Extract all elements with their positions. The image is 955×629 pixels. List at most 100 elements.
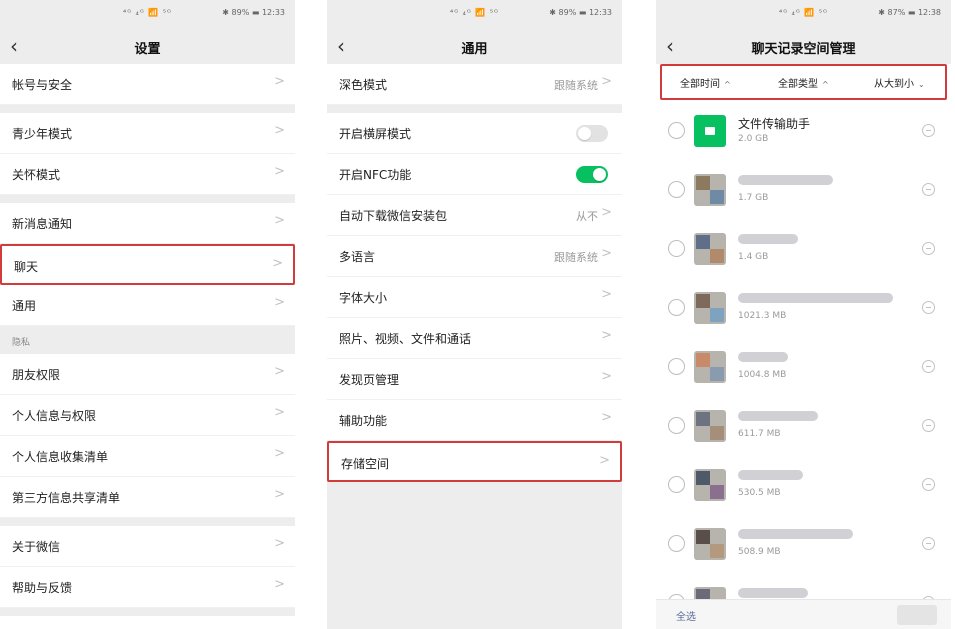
row-label: 帐号与安全	[12, 78, 73, 92]
settings-item-info-collection[interactable]: 个人信息收集清单 >	[0, 436, 295, 477]
bottom-action-bar: 全选	[656, 599, 951, 629]
select-radio[interactable]	[668, 122, 685, 139]
section-header-privacy: 隐私	[0, 326, 295, 354]
general-item-font-size[interactable]: 字体大小 >	[327, 277, 622, 318]
folder-icon	[705, 127, 715, 135]
general-item-landscape: 开启横屏模式	[327, 113, 622, 154]
select-radio[interactable]	[668, 417, 685, 434]
list-item[interactable]: 文件传输助手 2.0 GB	[656, 106, 951, 165]
minus-circle-icon[interactable]	[922, 360, 935, 373]
minus-circle-icon[interactable]	[922, 537, 935, 550]
general-item-discover[interactable]: 发现页管理 >	[327, 359, 622, 400]
minus-circle-icon[interactable]	[922, 124, 935, 137]
filter-type[interactable]: 全部类型 ^	[778, 75, 829, 90]
general-item-dark-mode[interactable]: 深色模式 跟随系统 >	[327, 64, 622, 105]
list-item[interactable]: 530.5 MB	[656, 460, 951, 519]
general-item-accessibility[interactable]: 辅助功能 >	[327, 400, 622, 441]
settings-item-general[interactable]: 通用 >	[0, 285, 295, 326]
blurred-chat-name	[738, 293, 893, 303]
page-title: 设置	[134, 42, 161, 57]
filter-label: 全部时间	[680, 79, 720, 90]
select-radio[interactable]	[668, 535, 685, 552]
select-radio[interactable]	[668, 240, 685, 257]
row-label: 存储空间	[341, 457, 390, 471]
settings-screen: ⁴ᴳ ₄ᴳ 📶 ⁵ᴳ ✱ 89% ▬ 12:33 ‹ 设置 帐号与安全 > 青少…	[0, 0, 295, 629]
select-radio[interactable]	[668, 358, 685, 375]
select-radio[interactable]	[668, 476, 685, 493]
settings-item-care-mode[interactable]: 关怀模式 >	[0, 154, 295, 195]
avatar-tile	[696, 471, 710, 485]
list-item[interactable]: 611.7 MB	[656, 401, 951, 460]
chat-size: 530.5 MB	[738, 488, 781, 498]
settings-item-notifications[interactable]: 新消息通知 >	[0, 203, 295, 244]
minus-circle-icon[interactable]	[922, 183, 935, 196]
avatar-tile	[710, 249, 724, 263]
section-label: 隐私	[12, 338, 31, 348]
settings-item-help[interactable]: 帮助与反馈 >	[0, 567, 295, 608]
row-label: 新消息通知	[12, 217, 73, 231]
filter-label: 全部类型	[778, 79, 818, 90]
settings-item-friend-permissions[interactable]: 朋友权限 >	[0, 354, 295, 395]
row-value: 从不	[576, 210, 598, 223]
minus-circle-icon[interactable]	[922, 301, 935, 314]
status-bar: ⁴ᴳ ₄ᴳ 📶 ⁵ᴳ ✱ 89% ▬ 12:33	[327, 0, 622, 28]
settings-item-third-party-sharing[interactable]: 第三方信息共享清单 >	[0, 477, 295, 518]
general-screen: ⁴ᴳ ₄ᴳ 📶 ⁵ᴳ ✱ 89% ▬ 12:33 ‹ 通用 深色模式 跟随系统 …	[327, 0, 622, 629]
row-label: 字体大小	[339, 291, 388, 305]
settings-item-about[interactable]: 关于微信 >	[0, 526, 295, 567]
chat-size: 1021.3 MB	[738, 311, 787, 321]
row-label: 自动下载微信安装包	[339, 209, 448, 223]
file-transfer-avatar	[694, 115, 726, 147]
delete-button[interactable]	[897, 605, 937, 625]
settings-item-chat[interactable]: 聊天 >	[0, 244, 295, 285]
avatar-tile	[710, 308, 724, 322]
avatar-tile	[696, 294, 710, 308]
row-label: 开启NFC功能	[339, 168, 412, 182]
list-item[interactable]: 1004.8 MB	[656, 342, 951, 401]
toggle-knob	[593, 168, 606, 181]
blurred-chat-name	[738, 175, 833, 185]
chevron-up-icon: ^	[822, 80, 829, 89]
general-item-auto-download[interactable]: 自动下载微信安装包 从不 >	[327, 195, 622, 236]
minus-circle-icon[interactable]	[922, 242, 935, 255]
row-label: 关怀模式	[12, 168, 61, 182]
chevron-right-icon: >	[601, 246, 612, 261]
row-label: 发现页管理	[339, 373, 400, 387]
row-label: 关于微信	[12, 540, 61, 554]
group-avatar	[694, 174, 726, 206]
group-avatar	[694, 469, 726, 501]
nfc-toggle[interactable]	[576, 166, 608, 183]
landscape-toggle[interactable]	[576, 125, 608, 142]
filter-sort[interactable]: 从大到小 ⌄	[874, 75, 925, 90]
chevron-right-icon: >	[274, 164, 285, 179]
group-avatar	[694, 351, 726, 383]
minus-circle-icon[interactable]	[922, 478, 935, 491]
filter-time[interactable]: 全部时间 ^	[680, 75, 731, 90]
avatar-tile	[710, 544, 724, 558]
general-item-language[interactable]: 多语言 跟随系统 >	[327, 236, 622, 277]
row-label: 深色模式	[339, 78, 388, 92]
select-all-button[interactable]: 全选	[676, 608, 696, 623]
general-item-storage[interactable]: 存储空间 >	[327, 441, 622, 482]
chevron-down-icon: ⌄	[918, 80, 925, 89]
settings-item-personal-info[interactable]: 个人信息与权限 >	[0, 395, 295, 436]
settings-item-account[interactable]: 帐号与安全 >	[0, 64, 295, 105]
chevron-right-icon: >	[274, 487, 285, 502]
blurred-chat-name	[738, 470, 803, 480]
divider	[0, 608, 295, 616]
list-item[interactable]: 508.9 MB	[656, 519, 951, 578]
chevron-right-icon: >	[274, 213, 285, 228]
settings-item-teen-mode[interactable]: 青少年模式 >	[0, 113, 295, 154]
minus-circle-icon[interactable]	[922, 419, 935, 432]
select-radio[interactable]	[668, 181, 685, 198]
general-item-media[interactable]: 照片、视频、文件和通话 >	[327, 318, 622, 359]
chat-size: 1.4 GB	[738, 252, 769, 262]
list-item[interactable]: 1.7 GB	[656, 165, 951, 224]
chevron-right-icon: >	[272, 256, 283, 271]
list-item[interactable]: 1.4 GB	[656, 224, 951, 283]
row-value: 跟随系统	[554, 251, 598, 264]
select-radio[interactable]	[668, 299, 685, 316]
settings-item-plugins[interactable]: 插件 >	[0, 616, 295, 629]
list-item[interactable]: 1021.3 MB	[656, 283, 951, 342]
chevron-right-icon: >	[274, 405, 285, 420]
